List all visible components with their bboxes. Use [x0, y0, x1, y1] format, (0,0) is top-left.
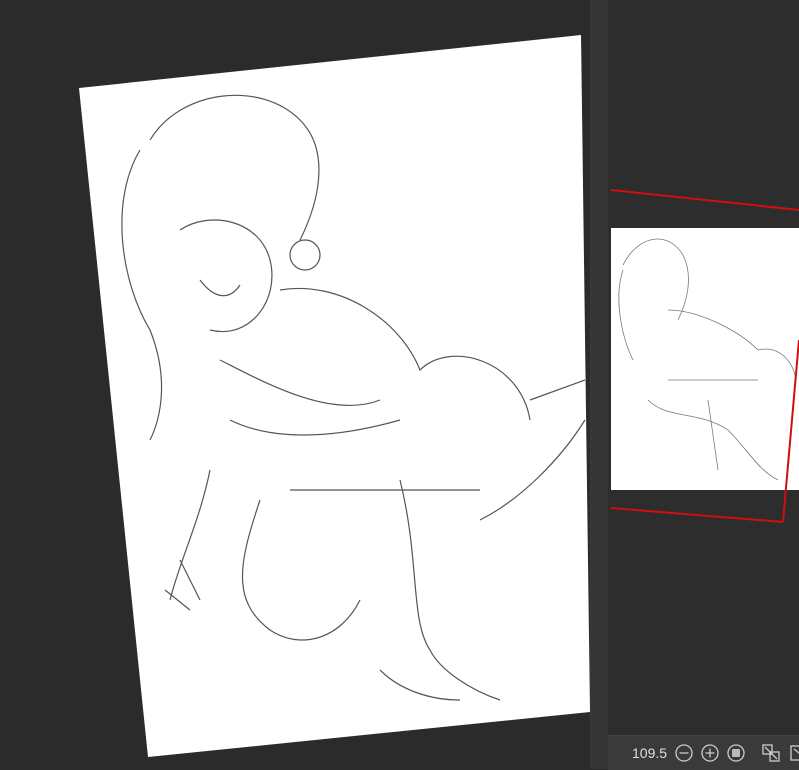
canvas-area[interactable] — [0, 0, 590, 769]
zoom-value[interactable]: 109.5 — [632, 745, 667, 761]
zoom-out-button[interactable] — [675, 743, 693, 763]
rotate-button[interactable] — [789, 743, 799, 763]
navigator-thumbnail — [611, 228, 799, 490]
zoom-in-button[interactable] — [701, 743, 719, 763]
navigator-preview[interactable] — [608, 0, 799, 735]
flip-icon — [762, 744, 780, 762]
navigator-panel — [608, 0, 799, 769]
fit-icon — [727, 744, 745, 762]
panel-divider[interactable] — [590, 0, 609, 769]
navigator-toolbar: 109.5 — [608, 735, 799, 770]
canvas-page[interactable] — [0, 0, 590, 769]
zoom-out-icon — [675, 744, 693, 762]
paper — [79, 35, 590, 757]
zoom-in-icon — [701, 744, 719, 762]
fit-view-button[interactable] — [727, 743, 745, 763]
rotate-icon — [790, 745, 799, 761]
flip-button[interactable] — [761, 743, 781, 763]
